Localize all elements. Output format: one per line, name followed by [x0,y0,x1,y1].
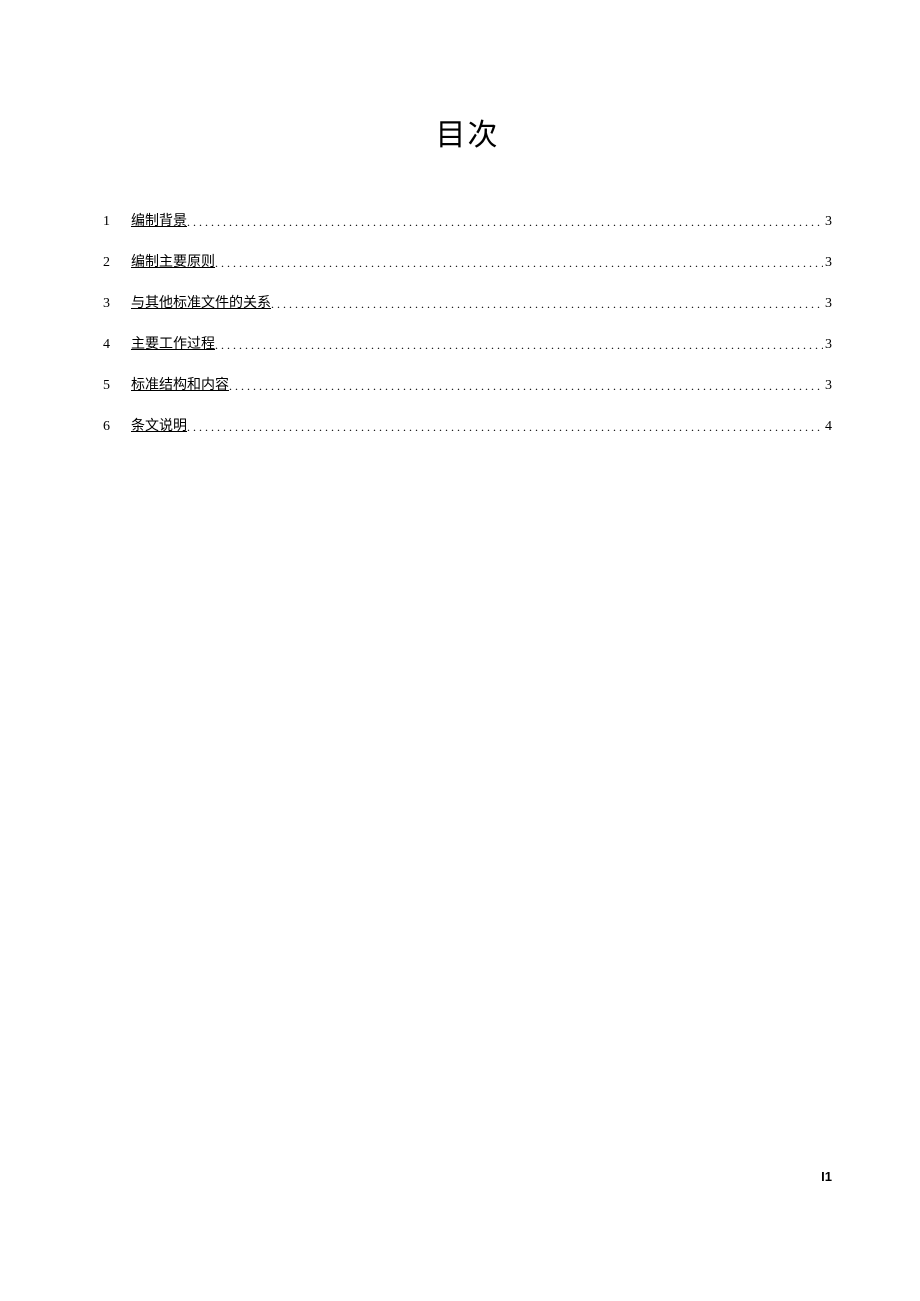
toc-list: 1 编制背景 3 2 编制主要原则 3 3 与其他标准文件的关系 3 4 主要工… [103,210,832,435]
toc-item-page: 3 [823,337,832,353]
toc-item-number: 2 [103,255,131,271]
toc-leader-dots [215,338,823,353]
toc-item-page: 3 [823,255,832,271]
toc-item-page: 3 [823,296,832,312]
toc-item: 2 编制主要原则 3 [103,251,832,271]
toc-item-link[interactable]: 编制主要原则 [131,251,215,271]
page-title: 目次 [103,110,832,154]
toc-item-link[interactable]: 标准结构和内容 [131,374,229,394]
toc-item-link[interactable]: 条文说明 [131,415,187,435]
toc-item: 4 主要工作过程 3 [103,333,832,353]
toc-leader-dots [187,215,823,230]
toc-item-link[interactable]: 编制背景 [131,210,187,230]
toc-item-page: 4 [823,419,832,435]
page-number-footer: I1 [821,1169,832,1184]
toc-item: 5 标准结构和内容 3 [103,374,832,394]
toc-leader-dots [187,420,823,435]
toc-item: 1 编制背景 3 [103,210,832,230]
toc-item: 3 与其他标准文件的关系 3 [103,292,832,312]
toc-item-number: 3 [103,296,131,312]
toc-item-link[interactable]: 主要工作过程 [131,333,215,353]
toc-item-page: 3 [823,378,832,394]
toc-item-number: 1 [103,214,131,230]
toc-item-link[interactable]: 与其他标准文件的关系 [131,292,271,312]
toc-item-page: 3 [823,214,832,230]
toc-item-number: 5 [103,378,131,394]
toc-item: 6 条文说明 4 [103,415,832,435]
toc-item-number: 4 [103,337,131,353]
toc-leader-dots [229,379,823,394]
toc-leader-dots [215,256,823,271]
document-page: 目次 1 编制背景 3 2 编制主要原则 3 3 与其他标准文件的关系 3 4 … [0,0,920,1301]
toc-leader-dots [271,297,823,312]
toc-item-number: 6 [103,419,131,435]
